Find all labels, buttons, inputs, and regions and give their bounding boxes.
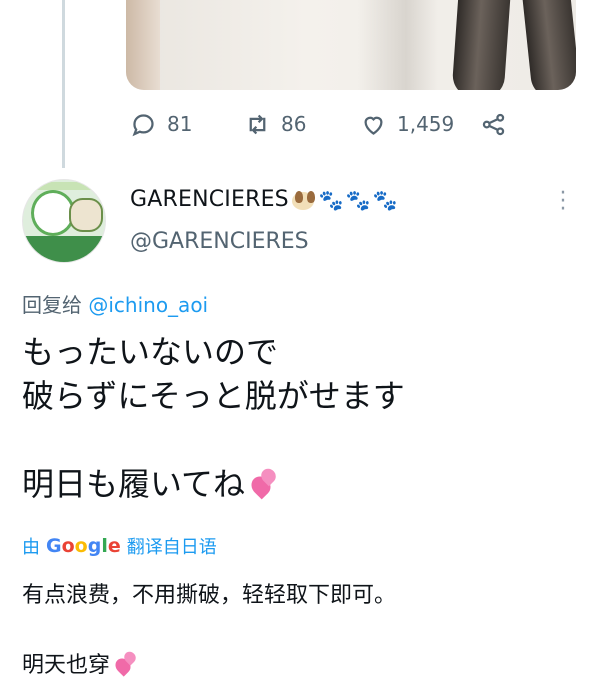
like-button[interactable]: 1,459 [360, 111, 454, 138]
display-name[interactable]: GARENCIERES 🐾🐾🐾 [130, 187, 400, 212]
heart-emoji-icon [112, 649, 140, 677]
display-name-text: GARENCIERES [130, 187, 289, 212]
like-count: 1,459 [397, 112, 455, 136]
retweet-icon [249, 114, 266, 134]
avatar-figure-right [69, 198, 103, 232]
avatar-banner [33, 182, 93, 190]
google-logo: Google [46, 535, 121, 557]
media-edge [126, 0, 160, 90]
reply-button[interactable]: 81 [130, 111, 192, 138]
tweet-text-blank [22, 418, 405, 462]
user-handle[interactable]: @GARENCIERES [130, 229, 309, 254]
tweet-action-bar: 81 86 1,459 [126, 104, 526, 144]
reply-mention-link[interactable]: @ichino_aoi [88, 293, 208, 317]
like-icon [364, 116, 383, 135]
reply-icon [132, 113, 154, 136]
share-icon [482, 113, 505, 135]
translate-link[interactable]: 由 Google 翻译自日语 [22, 533, 217, 559]
media-leg-right [519, 0, 576, 90]
translate-label: 翻译自日语 [126, 537, 217, 558]
media-leg-left [451, 0, 513, 90]
dog-emoji-icon [291, 189, 315, 211]
tweet-text-line: もったいないので [22, 333, 279, 371]
translated-text-line-with-emoji: 明天也穿 [22, 649, 140, 682]
heart-emoji-icon [247, 465, 281, 500]
more-icon[interactable]: · · · [558, 183, 568, 221]
reply-context: 回复给 @ichino_aoi [22, 289, 208, 318]
share-button[interactable] [480, 111, 507, 138]
reply-prefix: 回复给 [22, 293, 82, 317]
media-legs [421, 0, 576, 90]
avatar-base [23, 236, 105, 262]
reply-count: 81 [167, 112, 193, 136]
previous-tweet-media[interactable] [126, 0, 576, 90]
tweet-text-line-with-emoji: 明日も履いてね [22, 462, 405, 506]
translated-text: 明天也穿 [22, 653, 111, 678]
tweet-text-line: 明日も履いてね [22, 465, 246, 503]
paw-prints-emoji-icon: 🐾🐾🐾 [318, 187, 400, 212]
translated-text-line: 有点浪费，不用撕破，轻轻取下即可。 [22, 583, 397, 608]
translate-prefix: 由 [22, 537, 40, 558]
retweet-button[interactable]: 86 [244, 111, 306, 138]
avatar[interactable] [22, 179, 106, 263]
tweet-text: もったいないので 破らずにそっと脱がせます 明日も履いてね [22, 330, 405, 506]
tweet-text-line: 破らずにそっと脱がせます [22, 377, 405, 415]
retweet-count: 86 [281, 112, 307, 136]
thread-line [62, 0, 65, 168]
